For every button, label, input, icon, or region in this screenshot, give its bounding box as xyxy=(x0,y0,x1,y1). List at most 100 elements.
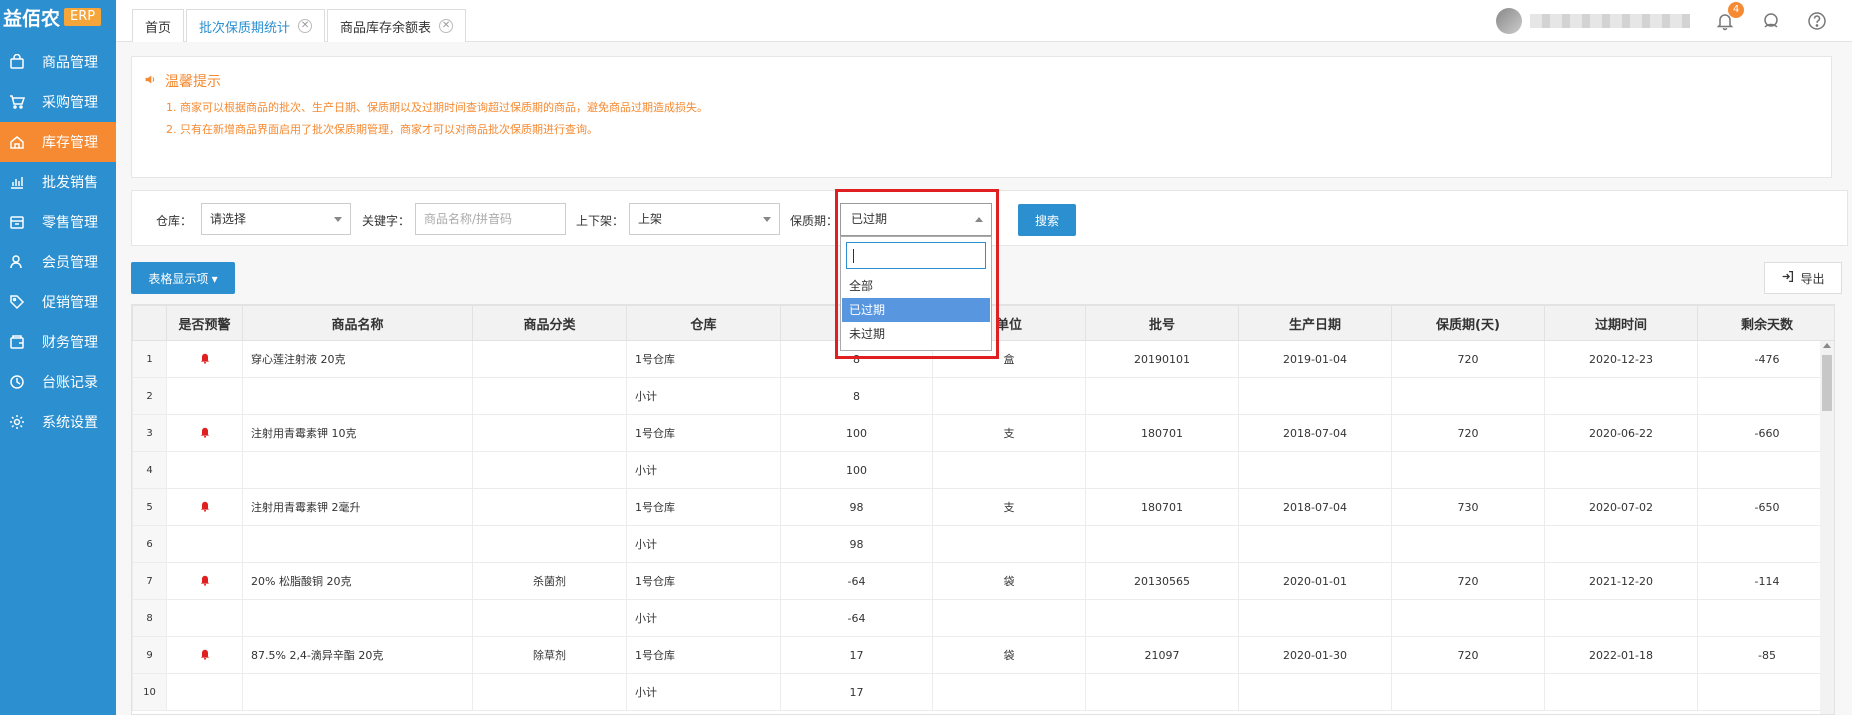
shelf-life-cell: 720 xyxy=(1391,636,1545,674)
production-date-cell xyxy=(1238,673,1392,711)
expiry-date-cell: 2020-12-23 xyxy=(1544,340,1698,378)
search-button[interactable]: 搜索 xyxy=(1018,204,1076,236)
sidebar-item-label: 促销管理 xyxy=(42,295,98,311)
shelf-select[interactable]: 上架 xyxy=(629,203,780,235)
sidebar-item-label: 会员管理 xyxy=(42,255,98,271)
scroll-up-icon[interactable] xyxy=(1823,343,1831,348)
expiry-date-cell: 2021-12-20 xyxy=(1544,562,1698,600)
tab-stock-balance[interactable]: 商品库存余额表 ✕ xyxy=(327,9,467,42)
close-icon[interactable]: ✕ xyxy=(439,19,454,33)
warning-cell xyxy=(166,599,243,637)
logo: 益佰农 ERP xyxy=(0,0,116,34)
batch-cell xyxy=(1085,377,1239,415)
sidebar-item-products[interactable]: 商品管理 xyxy=(0,42,116,82)
shelf-life-cell xyxy=(1391,451,1545,489)
category-cell: 除草剂 xyxy=(472,636,627,674)
scroll-thumb[interactable] xyxy=(1822,355,1832,411)
sidebar-item-ledger[interactable]: 台账记录 xyxy=(0,362,116,402)
bell-icon xyxy=(199,353,211,368)
table-row[interactable]: 7 20% 松脂酸铜 20克 杀菌剂 1号仓库 -64 袋 20130565 2020-01-… xyxy=(132,562,1834,600)
shelf-life-cell: 720 xyxy=(1391,414,1545,452)
batch-cell xyxy=(1085,525,1239,563)
highlight-box xyxy=(835,189,999,359)
table-row[interactable]: 8 小计 -64 xyxy=(132,599,1834,637)
avatar[interactable] xyxy=(1496,8,1522,34)
warning-cell xyxy=(166,562,243,600)
row-index: 10 xyxy=(132,673,167,711)
category-cell xyxy=(472,451,627,489)
table-row[interactable]: 9 87.5% 2,4-滴异辛酯 20克 除草剂 1号仓库 17 袋 21097 2020-0… xyxy=(132,636,1834,674)
export-button[interactable]: 导出 xyxy=(1764,262,1842,294)
help-icon[interactable] xyxy=(1806,10,1828,32)
days-left-cell xyxy=(1697,451,1834,489)
sidebar-item-purchase[interactable]: 采购管理 xyxy=(0,82,116,122)
shelf-select-value: 上架 xyxy=(638,212,663,226)
days-left-cell xyxy=(1697,599,1834,637)
days-left-cell: -114 xyxy=(1697,562,1834,600)
days-left-cell xyxy=(1697,673,1834,711)
sidebar-item-inventory[interactable]: 库存管理 xyxy=(0,122,116,162)
sidebar-item-retail[interactable]: 零售管理 xyxy=(0,202,116,242)
sidebar-menu: 商品管理 采购管理 库存管理 批发销售 零售管理 会员管理 促销管理 财务管理 xyxy=(0,42,116,442)
tab-label: 批次保质期统计 xyxy=(199,20,291,36)
expiry-label: 保质期： xyxy=(790,214,839,228)
warning-cell xyxy=(166,451,243,489)
warehouse-cell: 小计 xyxy=(626,525,781,563)
sidebar-item-settings[interactable]: 系统设置 xyxy=(0,402,116,442)
warning-cell xyxy=(166,377,243,415)
tip-line-1: 1. 商家可以根据商品的批次、生产日期、保质期以及过期时间查询超过保质期的商品，… xyxy=(166,101,708,114)
keyword-input[interactable]: 商品名称/拼音码 xyxy=(415,203,566,235)
warehouse-select-value: 请选择 xyxy=(210,212,247,226)
table-row[interactable]: 3 注射用青霉素钾 10克 1号仓库 100 支 180701 2018-07-04 720 2… xyxy=(132,414,1834,452)
export-icon xyxy=(1781,270,1794,286)
shelf-life-cell xyxy=(1391,525,1545,563)
tag-icon xyxy=(8,293,26,311)
warehouse-select[interactable]: 请选择 xyxy=(201,203,351,235)
col-days-left: 剩余天数 xyxy=(1697,305,1834,341)
table-row[interactable]: 5 注射用青霉素钾 2毫升 1号仓库 98 支 180701 2018-07-04 730 20… xyxy=(132,488,1834,526)
sidebar-item-finance[interactable]: 财务管理 xyxy=(0,322,116,362)
user-name-redacted[interactable] xyxy=(1530,14,1690,28)
batch-cell xyxy=(1085,599,1239,637)
category-cell xyxy=(472,488,627,526)
close-icon[interactable]: ✕ xyxy=(298,19,313,33)
expiry-date-cell: 2022-01-18 xyxy=(1544,636,1698,674)
bell-icon xyxy=(199,649,211,664)
sidebar-item-members[interactable]: 会员管理 xyxy=(0,242,116,282)
tab-home[interactable]: 首页 xyxy=(132,9,185,42)
sidebar-item-label: 库存管理 xyxy=(42,135,98,151)
tab-batch-expiry[interactable]: 批次保质期统计 ✕ xyxy=(186,9,326,42)
expiry-date-cell xyxy=(1544,673,1698,711)
bell-icon[interactable]: 4 xyxy=(1714,2,1744,32)
shelf-life-cell: 720 xyxy=(1391,562,1545,600)
production-date-cell: 2019-01-04 xyxy=(1238,340,1392,378)
product-name-cell: 注射用青霉素钾 10克 xyxy=(242,414,473,452)
table-scrollbar[interactable] xyxy=(1820,341,1834,714)
production-date-cell xyxy=(1238,525,1392,563)
table-row[interactable]: 4 小计 100 xyxy=(132,451,1834,489)
col-index xyxy=(132,305,167,341)
product-name-cell xyxy=(242,599,473,637)
table-row[interactable]: 10 小计 17 xyxy=(132,673,1834,711)
table-row[interactable]: 6 小计 98 xyxy=(132,525,1834,563)
col-batch: 批号 xyxy=(1085,305,1239,341)
tab-bar: 首页 批次保质期统计 ✕ 商品库存余额表 ✕ xyxy=(132,9,468,42)
production-date-cell xyxy=(1238,451,1392,489)
production-date-cell: 2020-01-30 xyxy=(1238,636,1392,674)
sidebar-item-wholesale[interactable]: 批发销售 xyxy=(0,162,116,202)
warehouse-cell: 1号仓库 xyxy=(626,636,781,674)
batch-cell: 180701 xyxy=(1085,414,1239,452)
days-left-cell: -476 xyxy=(1697,340,1834,378)
notification-badge: 4 xyxy=(1728,2,1744,18)
support-icon[interactable] xyxy=(1760,10,1782,32)
bell-icon xyxy=(199,575,211,590)
warehouse-cell: 1号仓库 xyxy=(626,488,781,526)
warehouse-cell: 1号仓库 xyxy=(626,340,781,378)
unit-cell xyxy=(932,451,1086,489)
col-warehouse: 仓库 xyxy=(626,305,781,341)
sidebar-item-promotion[interactable]: 促销管理 xyxy=(0,282,116,322)
sidebar: 益佰农 ERP 商品管理 采购管理 库存管理 批发销售 零售管理 会员管理 促销… xyxy=(0,0,116,715)
expiry-date-cell: 2020-06-22 xyxy=(1544,414,1698,452)
columns-toggle-button[interactable]: 表格显示项 ▾ xyxy=(131,262,235,294)
table-row[interactable]: 2 小计 8 xyxy=(132,377,1834,415)
